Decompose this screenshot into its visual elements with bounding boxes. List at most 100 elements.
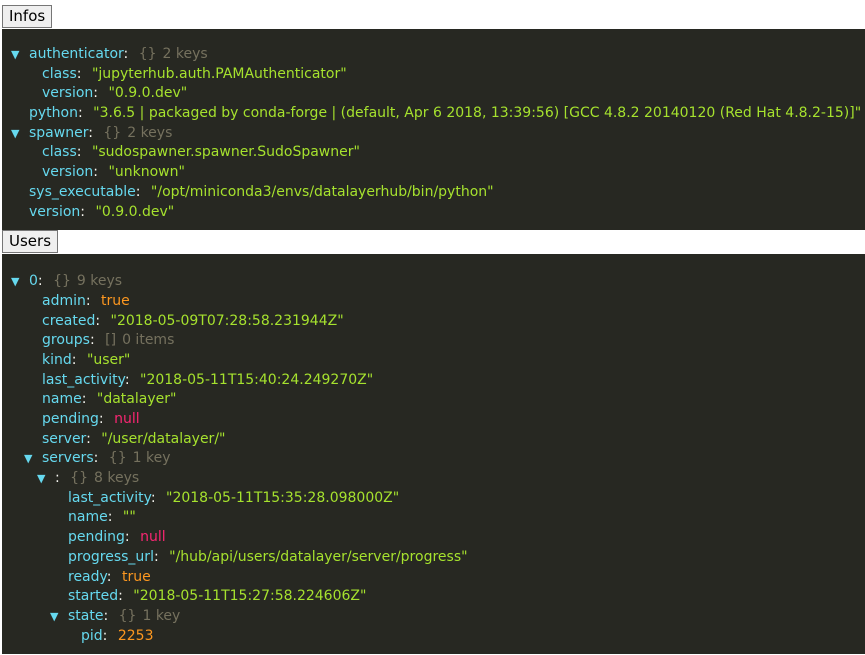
key-label: version: [29, 203, 81, 220]
item-count: 0 items: [122, 332, 175, 349]
tree-leaf-spawner-class: class: "sudospawner.spawner.SudoSpawner": [42, 144, 360, 161]
tree-leaf-spawner-version: version: "unknown": [42, 164, 185, 181]
tree-leaf-server-name: name: "": [68, 509, 136, 526]
expanded-caret-icon[interactable]: ▼: [11, 124, 19, 144]
tree-leaf-kind: kind: "user": [42, 351, 131, 368]
key-count: 1 key: [132, 450, 171, 467]
tree-leaf-pid: pid: 2253: [81, 627, 154, 644]
key-label: state: [68, 607, 104, 624]
tree-leaf-sys-executable: sys_executable: "/opt/miniconda3/envs/da…: [29, 183, 494, 200]
string-value: "/user/datalayer/": [101, 430, 226, 447]
key-label: pid: [81, 627, 103, 644]
tree-leaf-pending: pending: null: [42, 411, 140, 427]
tree-leaf-authenticator-version: version: "0.9.0.dev": [42, 85, 188, 102]
tree-node-servers[interactable]: ▼ servers: {} 1 key: [2, 449, 865, 469]
infos-button[interactable]: Infos: [2, 5, 53, 28]
key-label: progress_url: [68, 548, 154, 565]
boolean-value: true: [101, 292, 130, 309]
tree-node-default-server[interactable]: ▼ : {} 8 keys: [2, 469, 865, 489]
key-label: servers: [42, 450, 94, 467]
tree-leaf-server-pending: pending: null: [68, 529, 166, 546]
tree-leaf-admin: admin: true: [42, 292, 130, 309]
tree-leaf-server-last-activity: last_activity: "2018-05-11T15:35:28.0980…: [68, 489, 400, 506]
infos-json-tree: ▼ authenticator: {} 2 keys class: "jupyte…: [2, 29, 865, 231]
string-value: "unknown": [108, 164, 185, 181]
key-label: class: [42, 144, 77, 161]
tree-leaf-server-progress-url: progress_url: "/hub/api/users/datalayer/…: [68, 548, 468, 565]
key-count: 2 keys: [127, 124, 173, 141]
string-value: "2018-05-11T15:27:58.224606Z": [133, 588, 367, 605]
string-value: "/hub/api/users/datalayer/server/progres…: [169, 548, 468, 565]
string-value: "0.9.0.dev": [108, 85, 188, 102]
string-value: "2018-05-11T15:40:24.249270Z": [140, 371, 374, 388]
boolean-value: true: [121, 568, 151, 585]
key-label: started: [68, 588, 119, 605]
key-count: 8 keys: [94, 470, 140, 487]
string-value: "sudospawner.spawner.SudoSpawner": [91, 144, 360, 161]
array-brackets: []: [105, 332, 117, 349]
key-count: 2 keys: [162, 46, 208, 62]
tree-leaf-name: name: "datalayer": [42, 391, 177, 408]
key-label: last_activity: [42, 371, 125, 388]
key-label: pending: [42, 411, 99, 427]
tree-node-user-0[interactable]: ▼ 0: {} 9 keys: [2, 272, 865, 292]
object-braces: {}: [138, 46, 157, 62]
key-label: sys_executable: [29, 183, 136, 200]
key-count: 9 keys: [76, 273, 123, 290]
expanded-caret-icon[interactable]: ▼: [11, 272, 19, 292]
string-value: "3.6.5 | packaged by conda-forge | (defa…: [93, 105, 862, 122]
object-braces: {}: [118, 607, 137, 624]
key-label: created: [42, 312, 96, 329]
object-braces: {}: [70, 470, 88, 487]
expanded-caret-icon[interactable]: ▼: [50, 607, 58, 627]
string-value: "2018-05-09T07:28:58.231944Z": [110, 312, 344, 329]
key-label: admin: [42, 292, 86, 309]
tree-node-spawner[interactable]: ▼ spawner: {} 2 keys: [2, 124, 865, 144]
key-label: last_activity: [68, 489, 151, 506]
tree-leaf-server-started: started: "2018-05-11T15:27:58.224606Z": [68, 588, 367, 605]
tree-leaf-server-ready: ready: true: [68, 568, 151, 585]
key-label: server: [42, 430, 87, 447]
object-braces: {}: [108, 450, 127, 467]
null-value: null: [140, 529, 166, 546]
object-braces: {}: [103, 124, 122, 141]
string-value: "0.9.0.dev": [95, 203, 175, 220]
tree-leaf-created: created: "2018-05-09T07:28:58.231944Z": [42, 312, 344, 329]
tree-node-authenticator[interactable]: ▼ authenticator: {} 2 keys: [2, 45, 865, 65]
key-label: name: [68, 509, 108, 526]
string-value: "jupyterhub.auth.PAMAuthenticator": [91, 65, 347, 82]
key-count: 1 key: [142, 607, 181, 624]
expanded-caret-icon[interactable]: ▼: [11, 45, 19, 65]
key-label: 0: [29, 273, 38, 290]
key-label: groups: [42, 332, 90, 349]
tree-leaf-groups: groups: [] 0 items: [42, 332, 175, 349]
number-value: 2253: [117, 627, 154, 644]
string-value: "user": [86, 351, 131, 368]
tree-leaf-server: server: "/user/datalayer/": [42, 430, 226, 447]
string-value: "/opt/miniconda3/envs/datalayerhub/bin/p…: [150, 183, 494, 200]
object-braces: {}: [53, 273, 71, 290]
string-value: "2018-05-11T15:35:28.098000Z": [166, 489, 400, 506]
string-value: "": [122, 509, 136, 526]
key-label: ready: [68, 568, 107, 585]
key-label: python: [29, 105, 78, 122]
tree-leaf-last-activity: last_activity: "2018-05-11T15:40:24.2492…: [42, 371, 374, 388]
key-label: kind: [42, 351, 72, 368]
key-label: class: [42, 65, 77, 82]
tree-leaf-authenticator-class: class: "jupyterhub.auth.PAMAuthenticator…: [42, 65, 347, 82]
key-label: spawner: [29, 124, 89, 141]
key-label: name: [42, 391, 82, 408]
users-button[interactable]: Users: [2, 230, 59, 254]
key-label: version: [42, 164, 94, 181]
users-json-tree: ▼ 0: {} 9 keys admin: true created: "2018…: [2, 254, 865, 655]
key-label: authenticator: [29, 46, 124, 62]
tree-leaf-python: python: "3.6.5 | packaged by conda-forge…: [29, 105, 862, 122]
tree-node-state[interactable]: ▼ state: {} 1 key: [2, 607, 865, 627]
null-value: null: [114, 411, 140, 427]
tree-leaf-version: version: "0.9.0.dev": [29, 203, 175, 220]
string-value: "datalayer": [96, 391, 177, 408]
expanded-caret-icon[interactable]: ▼: [37, 469, 45, 489]
key-label: version: [42, 85, 94, 102]
key-label: pending: [68, 529, 125, 546]
expanded-caret-icon[interactable]: ▼: [24, 449, 32, 469]
